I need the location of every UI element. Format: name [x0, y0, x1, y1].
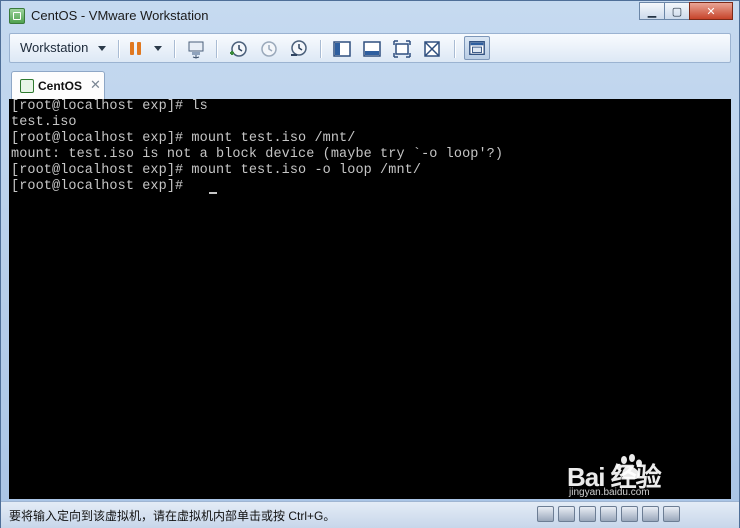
- sidebar-view-icon[interactable]: [332, 39, 352, 59]
- toolbar-separator: [118, 40, 120, 58]
- sound-icon[interactable]: [642, 506, 659, 522]
- hard-disk-icon[interactable]: [537, 506, 554, 522]
- tab-label: CentOS: [38, 79, 83, 93]
- tab-centos[interactable]: CentOS ✕: [11, 71, 105, 99]
- console-line: [root@localhost exp]# mount test.iso /mn…: [11, 131, 356, 146]
- device-icons: [537, 506, 684, 524]
- library-button[interactable]: [464, 36, 490, 60]
- toolbar-separator: [216, 40, 218, 58]
- revert-snapshot-icon[interactable]: [258, 39, 278, 59]
- vmware-app-icon: [9, 8, 25, 24]
- console-line: [root@localhost exp]#: [11, 179, 192, 194]
- vmware-window: CentOS - VMware Workstation ▁ ▢ ✕ Workst…: [0, 0, 740, 528]
- display-icon[interactable]: [663, 506, 680, 522]
- workstation-dropdown-icon[interactable]: [98, 46, 106, 51]
- printer-icon[interactable]: [621, 506, 638, 522]
- vm-tab-icon: [20, 79, 34, 93]
- title-bar[interactable]: CentOS - VMware Workstation ▁ ▢ ✕: [1, 1, 739, 31]
- workstation-menu-button[interactable]: Workstation: [20, 40, 88, 55]
- send-ctrl-alt-del-icon[interactable]: [186, 39, 206, 59]
- minimize-button[interactable]: ▁: [639, 2, 665, 20]
- baidu-paw-icon: [616, 454, 642, 480]
- network-icon[interactable]: [579, 506, 596, 522]
- console-line: [root@localhost exp]# ls: [11, 99, 208, 114]
- snapshot-manager-icon[interactable]: [288, 39, 308, 59]
- vm-console[interactable]: [root@localhost exp]# ls test.iso [root@…: [9, 99, 731, 499]
- toolbar-separator: [454, 40, 456, 58]
- toolbar: Workstation: [9, 33, 731, 63]
- window-controls: ▁ ▢ ✕: [639, 2, 733, 22]
- fullscreen-icon[interactable]: [392, 39, 412, 59]
- cd-drive-icon[interactable]: [558, 506, 575, 522]
- window-title: CentOS - VMware Workstation: [31, 8, 209, 23]
- console-line: test.iso: [11, 115, 77, 130]
- toolbar-separator: [320, 40, 322, 58]
- unity-icon[interactable]: [422, 39, 442, 59]
- console-line: mount: test.iso is not a block device (m…: [11, 147, 504, 162]
- toolbar-separator: [174, 40, 176, 58]
- snapshot-icon[interactable]: [228, 39, 248, 59]
- text-cursor: [209, 192, 217, 194]
- console-view-icon[interactable]: [362, 39, 382, 59]
- library-icon: [469, 41, 485, 55]
- baidu-watermark: Bai 经验 jingyan.baidu.com: [567, 451, 707, 498]
- maximize-button[interactable]: ▢: [664, 2, 690, 20]
- status-message: 要将输入定向到该虚拟机，请在虚拟机内部单击或按 Ctrl+G。: [9, 509, 336, 523]
- tab-close-icon[interactable]: ✕: [90, 77, 101, 93]
- close-button[interactable]: ✕: [689, 2, 733, 20]
- console-line: [root@localhost exp]# mount test.iso -o …: [11, 163, 422, 178]
- status-bar: 要将输入定向到该虚拟机，请在虚拟机内部单击或按 Ctrl+G。: [1, 501, 739, 528]
- pause-icon[interactable]: [130, 42, 144, 60]
- power-dropdown-icon[interactable]: [154, 46, 162, 51]
- watermark-url: jingyan.baidu.com: [569, 487, 650, 498]
- usb-icon[interactable]: [600, 506, 617, 522]
